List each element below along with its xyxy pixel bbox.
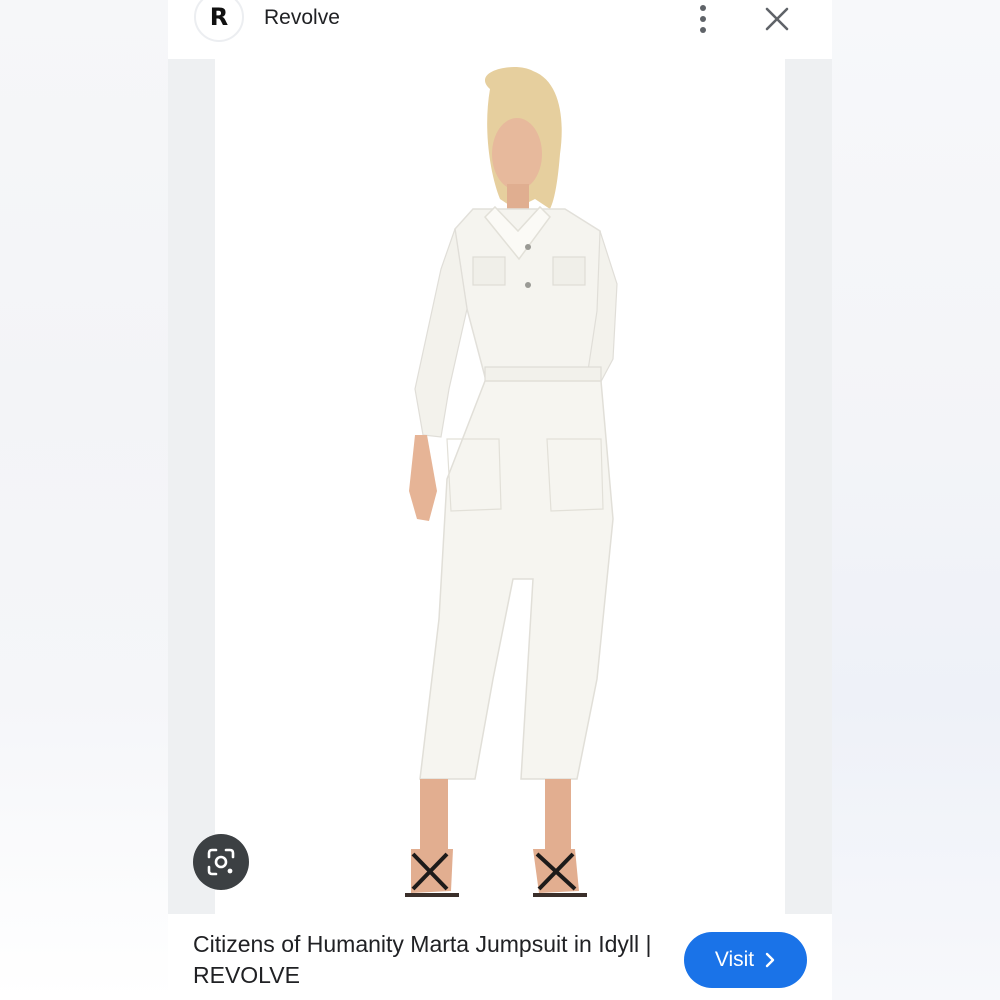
image-preview-panel: R Revolve Citizens of Humanity Marta Jum… [168,0,832,1000]
close-button[interactable] [762,4,792,34]
chevron-right-icon [765,952,775,968]
more-vert-icon-dot [700,27,706,33]
preview-header: R Revolve [168,0,832,58]
site-name[interactable]: Revolve [264,6,340,30]
image-caption-title[interactable]: Citizens of Humanity Marta Jumpsuit in I… [193,929,663,991]
more-vert-icon [700,5,706,11]
image-viewer-page: R Revolve Citizens of Humanity Marta Jum… [0,0,1000,1000]
more-vert-icon-dot [700,16,706,22]
backdrop-left [0,0,168,1000]
visit-button[interactable]: Visit [684,932,807,988]
more-options-button[interactable] [692,2,714,36]
close-icon [765,7,789,31]
lens-search-button[interactable] [193,834,249,890]
product-image[interactable] [215,59,785,914]
visit-button-label: Visit [714,948,755,971]
site-avatar[interactable]: R [194,0,244,42]
backdrop-right [832,0,1000,1000]
image-area [168,59,832,914]
model-figure [405,67,618,897]
google-lens-icon [207,848,235,876]
